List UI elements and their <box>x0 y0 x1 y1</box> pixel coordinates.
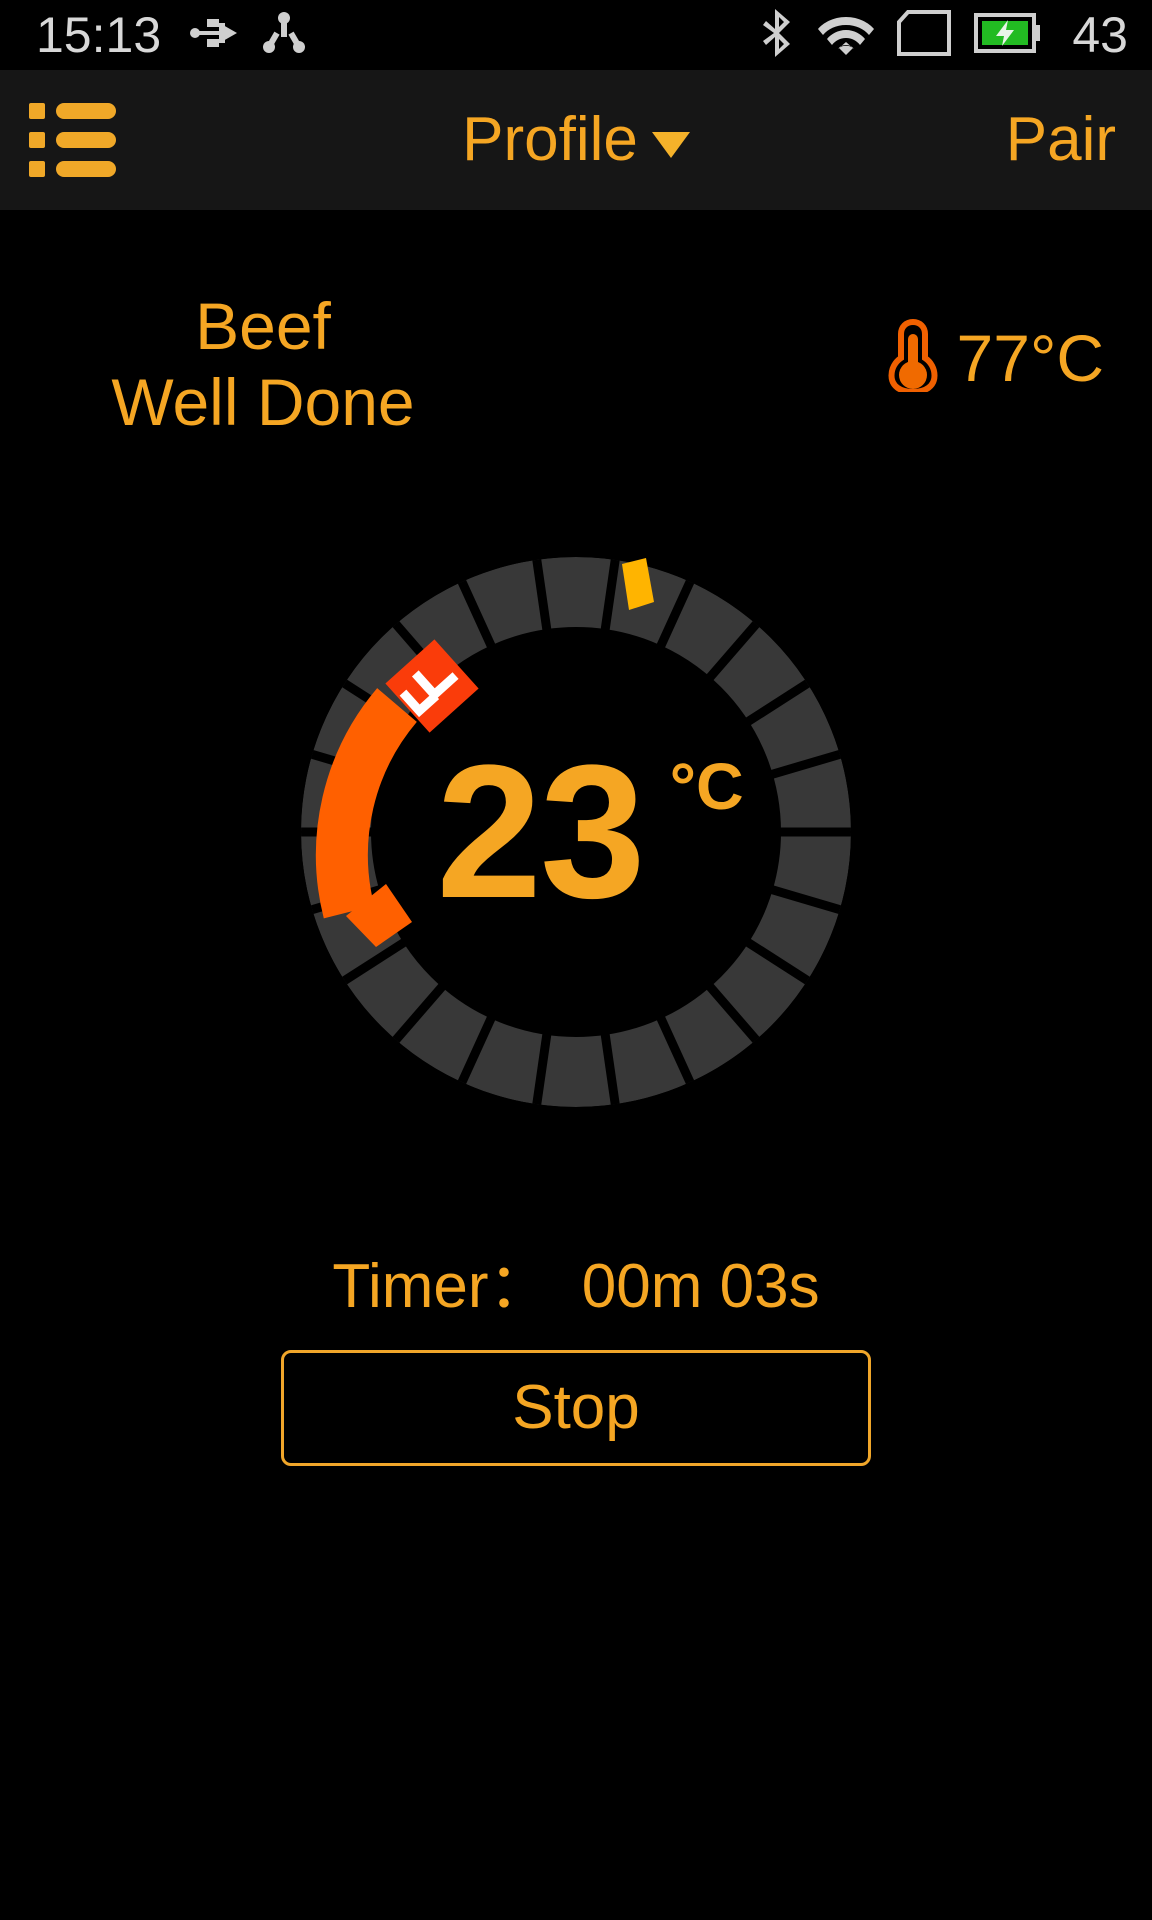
timer-label: Timer： <box>332 1252 551 1321</box>
meat-type: Beef <box>195 289 331 363</box>
adb-icon <box>261 11 307 60</box>
android-status-bar: 15:13 43 <box>0 0 1152 70</box>
page-title: Profile <box>462 105 638 174</box>
profile-dropdown[interactable]: Profile <box>0 109 1152 171</box>
meat-doneness: Well Done <box>111 365 415 439</box>
status-left-icons <box>187 11 307 60</box>
wifi-icon <box>818 11 875 60</box>
pair-button[interactable]: Pair <box>1006 109 1116 171</box>
meat-profile-label: Beef Well Done <box>48 288 478 440</box>
timer-value: 00m 03s <box>581 1252 820 1321</box>
bluetooth-icon <box>762 7 796 64</box>
usb-icon <box>187 13 239 58</box>
app-header-bar: Profile Pair <box>0 70 1152 210</box>
thermometer-icon <box>885 318 941 397</box>
gauge-svg <box>301 557 851 1107</box>
target-temperature: 77°C <box>885 318 1104 397</box>
chevron-down-icon <box>651 132 690 158</box>
gauge-progress-arc <box>315 688 418 947</box>
stop-button[interactable]: Stop <box>281 1350 871 1466</box>
app-root: 15:13 43 Profile Pair Beef Well Done 77°… <box>0 0 1152 1920</box>
target-temperature-value: 77°C <box>956 320 1104 395</box>
status-right-icons: 43 <box>762 7 1128 64</box>
temperature-gauge[interactable]: 23 °C <box>236 492 916 1172</box>
sim-card-icon <box>896 9 952 61</box>
main-content: Beef Well Done 77°C 23 °C Timer： 00m 03s… <box>0 210 1152 1920</box>
status-clock: 15:13 <box>36 7 162 63</box>
battery-percent-label: 43 <box>1072 7 1128 63</box>
timer-row: Timer： 00m 03s <box>0 1256 1152 1318</box>
battery-charging-icon <box>974 11 1041 60</box>
